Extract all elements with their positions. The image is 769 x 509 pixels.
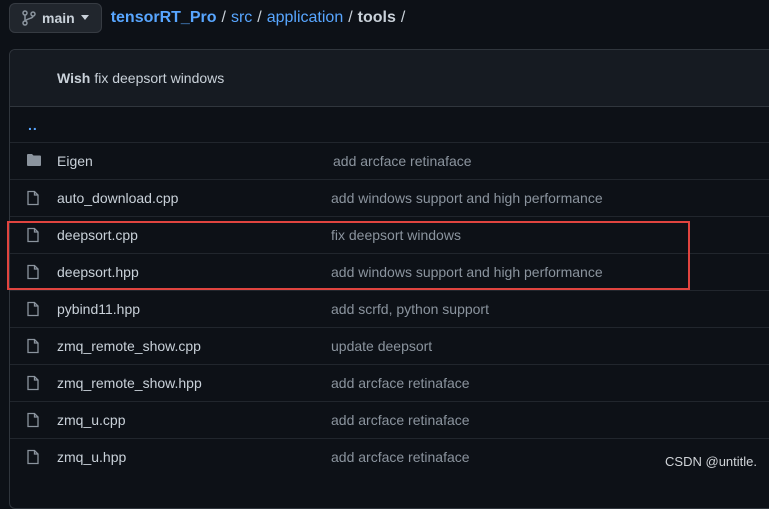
breadcrumb-application-link[interactable]: application <box>267 9 344 27</box>
file-row[interactable]: Eigen add arcface retinaface <box>10 142 769 179</box>
file-name-link[interactable]: pybind11.hpp <box>57 301 140 317</box>
file-name-link[interactable]: auto_download.cpp <box>57 190 178 206</box>
repo-topbar: main tensorRT_Pro / src / application / … <box>9 2 410 34</box>
folder-icon <box>26 153 42 169</box>
breadcrumb-separator: / <box>221 9 226 26</box>
file-commit-link[interactable]: add arcface retinaface <box>331 449 470 465</box>
file-row[interactable]: auto_download.cpp add windows support and… <box>10 179 769 216</box>
file-row[interactable]: zmq_remote_show.hpp add arcface retinafac… <box>10 364 769 401</box>
file-icon <box>26 338 42 354</box>
file-commit-link[interactable]: add windows support and high performance <box>331 190 603 206</box>
breadcrumb-separator: / <box>348 9 353 26</box>
file-row[interactable]: deepsort.cpp fix deepsort windows <box>10 216 769 253</box>
file-name-link[interactable]: zmq_u.hpp <box>57 449 126 465</box>
latest-commit-bar: Wish fix deepsort windows <box>10 50 769 107</box>
file-name-link[interactable]: deepsort.cpp <box>57 227 138 243</box>
file-name-link[interactable]: zmq_remote_show.hpp <box>57 375 202 391</box>
file-icon <box>26 375 42 391</box>
file-row[interactable]: zmq_u.hpp add arcface retinaface <box>10 438 769 475</box>
caret-down-icon <box>80 15 89 21</box>
file-browser: Wish fix deepsort windows .. Eigen add ar… <box>9 49 769 509</box>
file-commit-link[interactable]: add scrfd, python support <box>331 301 489 317</box>
breadcrumb-src-link[interactable]: src <box>231 9 252 27</box>
file-commit-link[interactable]: add arcface retinaface <box>331 412 470 428</box>
file-icon <box>26 190 42 206</box>
file-name-link[interactable]: zmq_u.cpp <box>57 412 125 428</box>
file-commit-link[interactable]: add windows support and high performance <box>331 264 603 280</box>
file-name-link[interactable]: Eigen <box>57 153 93 169</box>
file-commit-link[interactable]: fix deepsort windows <box>331 227 461 243</box>
file-icon <box>26 227 42 243</box>
file-name-link[interactable]: deepsort.hpp <box>57 264 139 280</box>
breadcrumb-separator: / <box>400 9 406 26</box>
breadcrumb-repo-link[interactable]: tensorRT_Pro <box>111 9 217 27</box>
branch-selector-button[interactable]: main <box>9 3 102 33</box>
file-row[interactable]: pybind11.hpp add scrfd, python support <box>10 290 769 327</box>
parent-directory-row[interactable]: .. <box>10 107 769 142</box>
file-commit-link[interactable]: add arcface retinaface <box>333 153 472 169</box>
branch-label: main <box>42 10 75 26</box>
file-icon <box>26 412 42 428</box>
parent-directory-link[interactable]: .. <box>28 117 38 133</box>
file-row[interactable]: zmq_u.cpp add arcface retinaface <box>10 401 769 438</box>
file-icon <box>26 301 42 317</box>
file-name-link[interactable]: zmq_remote_show.cpp <box>57 338 201 354</box>
commit-author-link[interactable]: Wish <box>57 70 90 86</box>
file-commit-link[interactable]: update deepsort <box>331 338 432 354</box>
breadcrumb: tensorRT_Pro / src / application / tools… <box>111 9 411 27</box>
watermark: CSDN @untitle. <box>665 454 757 469</box>
file-list: Eigen add arcface retinaface auto_download… <box>10 142 769 475</box>
git-branch-icon <box>22 10 36 26</box>
file-commit-link[interactable]: add arcface retinaface <box>331 375 470 391</box>
file-row[interactable]: deepsort.hpp add windows support and high… <box>10 253 769 290</box>
breadcrumb-separator: / <box>257 9 262 26</box>
breadcrumb-current: tools <box>357 9 396 26</box>
commit-message-link[interactable]: fix deepsort windows <box>94 70 224 86</box>
file-icon <box>26 264 42 280</box>
file-row[interactable]: zmq_remote_show.cpp update deepsort <box>10 327 769 364</box>
file-icon <box>26 449 42 465</box>
